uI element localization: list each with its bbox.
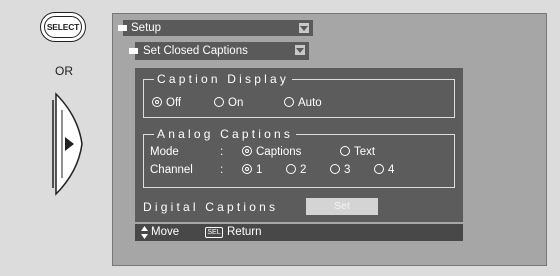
radio-icon xyxy=(214,97,224,107)
radio-selected-icon xyxy=(152,97,162,107)
radio-icon xyxy=(286,164,296,174)
dropdown-arrow-icon[interactable] xyxy=(295,45,305,55)
radio-icon xyxy=(284,97,294,107)
move-label: Move xyxy=(151,226,180,238)
setup-screen: Setup Set Closed Captions Caption Displa… xyxy=(112,13,547,266)
channel-separator: : xyxy=(220,164,224,176)
option-label: Captions xyxy=(256,146,302,158)
radio-icon xyxy=(340,146,350,156)
menu-marker-icon xyxy=(118,25,127,31)
sel-button-icon: SEL xyxy=(205,227,223,238)
mode-label: Mode xyxy=(150,146,179,158)
radio-icon xyxy=(374,164,384,174)
option-label: Auto xyxy=(298,97,322,109)
channel-option-2[interactable]: 2 xyxy=(286,163,306,177)
option-label: On xyxy=(228,97,244,109)
option-label: 2 xyxy=(300,164,307,176)
setup-menu-bar[interactable]: Setup xyxy=(118,20,313,36)
caption-option-auto[interactable]: Auto xyxy=(284,96,322,110)
status-bar: Move SEL Return xyxy=(135,224,463,241)
mode-option-text[interactable]: Text xyxy=(340,145,375,159)
mode-option-captions[interactable]: Captions xyxy=(242,145,301,159)
option-label: Off xyxy=(166,97,182,109)
mode-separator: : xyxy=(220,146,224,158)
caption-option-on[interactable]: On xyxy=(214,96,243,110)
digital-captions-title: Digital Captions xyxy=(143,200,279,214)
setup-title: Setup xyxy=(131,22,162,34)
select-button[interactable]: SELECT xyxy=(40,12,86,42)
up-down-arrow-icon xyxy=(141,226,148,239)
channel-option-1[interactable]: 1 xyxy=(242,163,262,177)
menu-marker-icon xyxy=(129,48,138,54)
caption-option-off[interactable]: Off xyxy=(152,96,181,110)
radio-selected-icon xyxy=(242,146,252,156)
dropdown-arrow-icon[interactable] xyxy=(299,23,309,33)
caption-display-title: Caption Display xyxy=(154,71,293,87)
option-label: 4 xyxy=(388,164,395,176)
closed-captions-panel: Caption Display Off On Auto Analog Capti… xyxy=(135,68,463,222)
submenu-title: Set Closed Captions xyxy=(143,45,248,57)
select-button-label: SELECT xyxy=(44,16,82,38)
remote-guide: SELECT OR xyxy=(0,0,112,276)
closed-captions-menu-bar[interactable]: Set Closed Captions xyxy=(129,42,309,60)
channel-label: Channel xyxy=(150,164,193,176)
channel-option-3[interactable]: 3 xyxy=(330,163,350,177)
analog-captions-group: Analog Captions Mode : Captions Text Cha… xyxy=(143,126,455,188)
or-label: OR xyxy=(55,64,73,78)
radio-icon xyxy=(330,164,340,174)
return-label: Return xyxy=(227,226,262,238)
radio-selected-icon xyxy=(242,164,252,174)
dpad-right-icon[interactable] xyxy=(48,92,84,196)
option-label: 1 xyxy=(256,164,263,176)
analog-captions-title: Analog Captions xyxy=(154,126,297,142)
option-label: Text xyxy=(354,146,376,158)
channel-option-4[interactable]: 4 xyxy=(374,163,394,177)
caption-display-group: Caption Display Off On Auto xyxy=(143,71,455,118)
digital-captions-set-button[interactable]: Set xyxy=(306,198,378,215)
option-label: 3 xyxy=(344,164,351,176)
